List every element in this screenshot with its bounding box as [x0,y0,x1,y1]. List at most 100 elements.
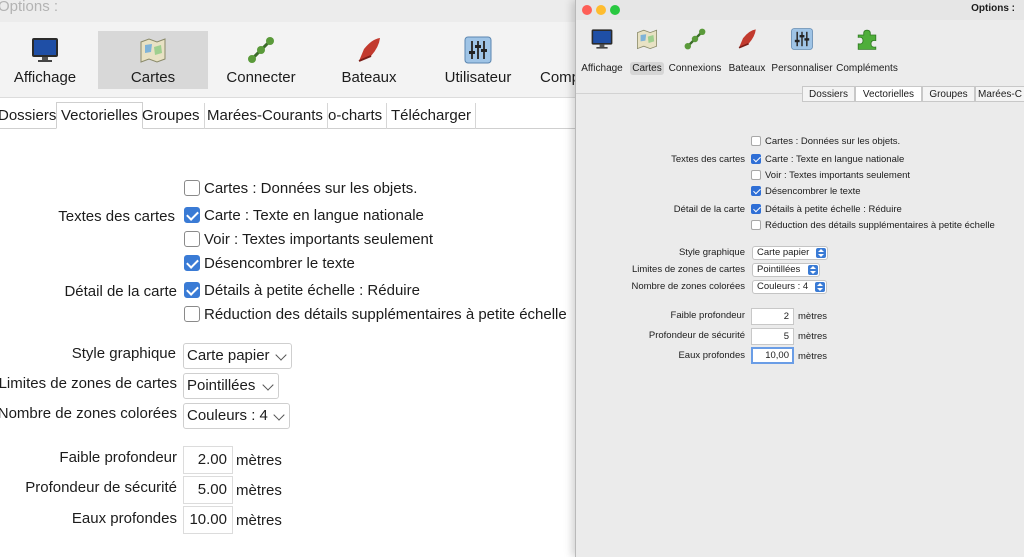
toolbar-cartes[interactable]: Cartes [98,31,208,89]
chart-boundaries-label: Limites de zones de cartes [0,375,177,392]
stepper-arrows-icon [816,248,826,258]
checkbox-reduce-small-scale[interactable] [184,282,200,298]
boat-icon [358,38,380,62]
unit-label: mètres [798,351,828,362]
checkbox-reduce-small-scale[interactable] [751,204,761,214]
toolbar-bateaux[interactable]: Bateaux [724,25,770,77]
zoom-button[interactable] [610,5,620,15]
toolbar-complements[interactable]: Compléments [835,25,899,77]
deep-water-input[interactable]: 10,00 [751,347,794,364]
toolbar-label: Cartes [130,69,176,86]
checkbox-label: Réduction des détails supplémentaires à … [204,306,567,323]
toolbar-affichage[interactable]: Affichage [0,31,100,89]
checkbox-declutter-text[interactable] [751,186,761,196]
checkbox-important-text-only[interactable] [751,170,761,180]
toolbar-label: Bateaux [341,69,397,86]
chart-detail-label: Détail de la carte [673,204,745,215]
toolbar-connecter[interactable]: Connecter [206,31,316,89]
chart-boundaries-select[interactable]: Pointillées [752,263,820,277]
graphic-style-select[interactable]: Carte papier [183,343,292,369]
tab-marees-courants[interactable]: Marées-Courants [203,103,328,129]
select-value: Pointillées [757,264,801,275]
close-button[interactable] [582,5,592,15]
tab-dossiers[interactable]: Dossiers [802,86,855,102]
toolbar-label: Connexions [668,63,722,74]
select-value: Pointillées [187,377,256,394]
graphic-style-label: Style graphique [71,345,176,362]
unit-label: mètres [236,482,282,499]
deep-water-label: Eaux profondes [71,510,177,527]
checkbox-label: Voir : Textes importants seulement [204,231,433,248]
checkbox-label: Détails à petite échelle : Réduire [765,204,902,215]
checkbox-national-language[interactable] [184,207,200,223]
chart-boundaries-select[interactable]: Pointillées [183,373,279,399]
foreground-titlebar: Options : [576,0,1024,20]
toolbar-bateaux[interactable]: Bateaux [314,31,424,89]
stepper-arrows-icon [815,282,825,292]
checkbox-national-language[interactable] [751,154,761,164]
checkbox-extra-reduction[interactable] [751,220,761,230]
toolbar-utilisateur[interactable]: Utilisateur [423,31,533,89]
tab-dossiers[interactable]: Dossiers [0,103,62,129]
monitor-icon [591,29,613,49]
deep-water-input[interactable]: 10.00 [183,506,233,534]
graphic-style-select[interactable]: Carte papier [752,246,828,260]
foreground-options-window: Options : Affichage Cartes Connexions Ba… [575,0,1024,557]
chart-text-label: Textes des cartes [58,208,175,225]
select-value: Carte papier [757,247,810,258]
select-value: Couleurs : 4 [187,407,268,424]
toolbar-cartes[interactable]: Cartes [627,25,667,77]
tab-vectorielles[interactable]: Vectorielles [855,86,922,102]
checkbox-important-text-only[interactable] [184,231,200,247]
toolbar-label: Bateaux [728,63,766,74]
safety-depth-label: Profondeur de sécurité [648,330,745,341]
toolbar-label: Affichage [581,63,623,74]
unit-label: mètres [236,452,282,469]
colored-zones-label: Nombre de zones colorées [0,405,177,422]
checkbox-object-data[interactable] [184,180,200,196]
checkbox-label: Désencombrer le texte [765,186,861,197]
checkbox-object-data[interactable] [751,136,761,146]
toolbar-label-wrap: Cartes [627,62,667,75]
toolbar-affichage[interactable]: Affichage [579,25,625,77]
minimize-button[interactable] [596,5,606,15]
toolbar-label: Comp [540,69,580,86]
toolbar-personnaliser[interactable]: Personnaliser [771,25,833,77]
safety-depth-label: Profondeur de sécurité [25,479,177,496]
toolbar-comp[interactable]: Comp [528,31,580,89]
toolbar-label: Compléments [836,63,898,74]
tab-o-charts[interactable]: o-charts [324,103,388,129]
chart-text-label: Textes des cartes [671,154,745,165]
shallow-depth-input[interactable]: 2 [751,308,794,325]
background-tab-bar: Dossiers Vectorielles Groupes Marées-Cou… [0,102,580,129]
toolbar-label: Personnaliser [771,63,833,74]
tab-groupes[interactable]: Groupes [138,103,205,129]
puzzle-icon [857,29,877,50]
toolbar-connexions[interactable]: Connexions [668,25,722,77]
tab-marees-courants[interactable]: Marées-C [975,86,1024,102]
colored-zones-select[interactable]: Couleurs : 4 [183,403,290,429]
chart-map-icon [637,29,657,50]
checkbox-declutter-text[interactable] [184,255,200,271]
colored-zones-select[interactable]: Couleurs : 4 [752,280,827,294]
tab-telecharger[interactable]: Télécharger [387,103,477,129]
checkbox-label: Carte : Texte en langue nationale [765,154,905,165]
stepper-arrows-icon [808,265,818,275]
checkbox-label: Réduction des détails supplémentaires à … [765,220,995,231]
chart-detail-label: Détail de la carte [64,283,177,300]
toolbar-label: Connecter [226,69,296,86]
foreground-toolbar: Affichage Cartes Connexions Bateaux Pers… [576,20,1024,94]
unit-label: mètres [798,311,828,322]
shallow-depth-input[interactable]: 2.00 [183,446,233,474]
checkbox-extra-reduction[interactable] [184,306,200,322]
chevron-down-icon [273,409,285,421]
boat-icon [738,29,756,49]
checkbox-label: Cartes : Données sur les objets. [204,180,418,197]
window-title: Options : [971,3,1015,14]
safety-depth-input[interactable]: 5.00 [183,476,233,504]
safety-depth-input[interactable]: 5 [751,328,794,345]
shallow-depth-label: Faible profondeur [670,310,745,321]
graphic-style-label: Style graphique [678,247,745,258]
tab-vectorielles[interactable]: Vectorielles [56,102,143,129]
tab-groupes[interactable]: Groupes [922,86,975,102]
